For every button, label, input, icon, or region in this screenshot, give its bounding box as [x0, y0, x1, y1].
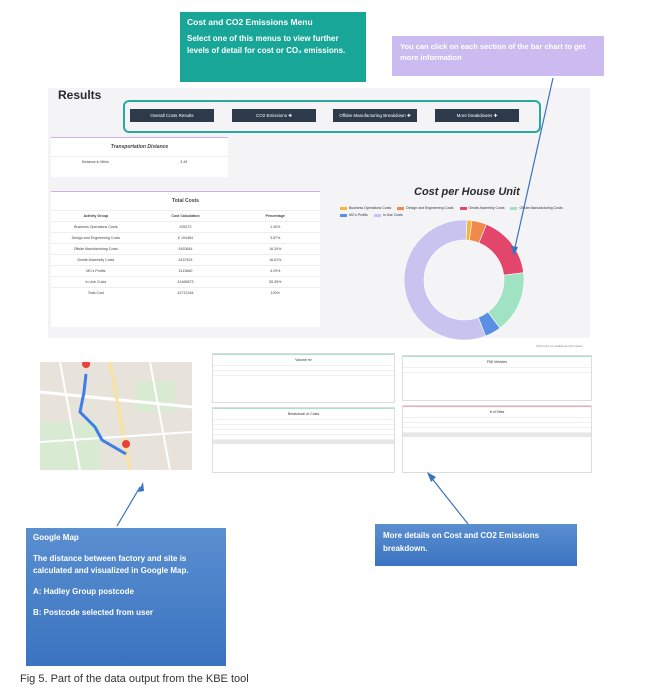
google-map-callout: Google Map The distance between factory … — [26, 528, 226, 666]
arrow-bar-chart — [513, 77, 554, 253]
map-callout-a: A: Hadley Group postcode — [33, 587, 134, 596]
details-callout: More details on Cost and CO2 Emissions b… — [375, 524, 577, 566]
figure-caption: Fig 5. Part of the data output from the … — [20, 673, 249, 685]
arrow-head-details — [427, 472, 436, 482]
details-callout-text: More details on Cost and CO2 Emissions b… — [383, 531, 540, 553]
arrow-map — [116, 486, 141, 527]
arrow-head-map — [138, 482, 144, 492]
arrow-details — [429, 475, 469, 525]
map-callout-body: The distance between factory and site is… — [33, 554, 189, 575]
arrow-head-bar-chart — [511, 246, 518, 256]
map-callout-b: B: Postcode selected from user — [33, 608, 154, 617]
map-callout-title: Google Map — [33, 533, 79, 542]
